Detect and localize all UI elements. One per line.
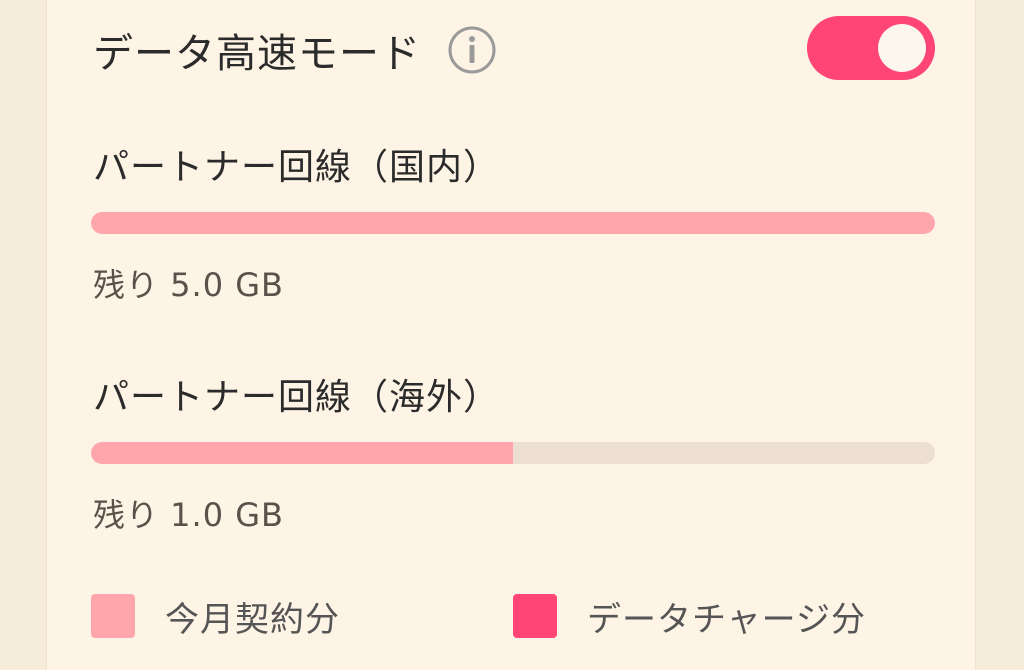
data-usage-card: データ高速モード パートナー回線（国内） 残り 5.0 GB パートナー回線（海… [46,0,976,670]
info-icon[interactable] [447,25,497,75]
domestic-remaining: 残り 5.0 GB [93,266,284,304]
toggle-knob [878,24,926,72]
domestic-usage-fill [91,212,935,234]
legend-swatch-monthly [91,594,135,638]
left-gutter [0,0,46,670]
high-speed-mode-title: データ高速モード [93,31,421,77]
domestic-usage-bar [91,212,935,234]
overseas-usage-bar [91,442,935,464]
high-speed-mode-row: データ高速モード [93,20,497,80]
legend-label-monthly: 今月契約分 [165,600,340,640]
legend-label-charge: データチャージ分 [587,600,866,640]
domestic-line-title: パートナー回線（国内） [93,147,501,188]
overseas-line-title: パートナー回線（海外） [93,377,501,418]
high-speed-mode-toggle[interactable] [807,16,935,80]
right-gutter [976,0,1024,670]
legend-swatch-charge [513,594,557,638]
overseas-usage-fill [91,442,513,464]
overseas-remaining: 残り 1.0 GB [93,496,284,534]
